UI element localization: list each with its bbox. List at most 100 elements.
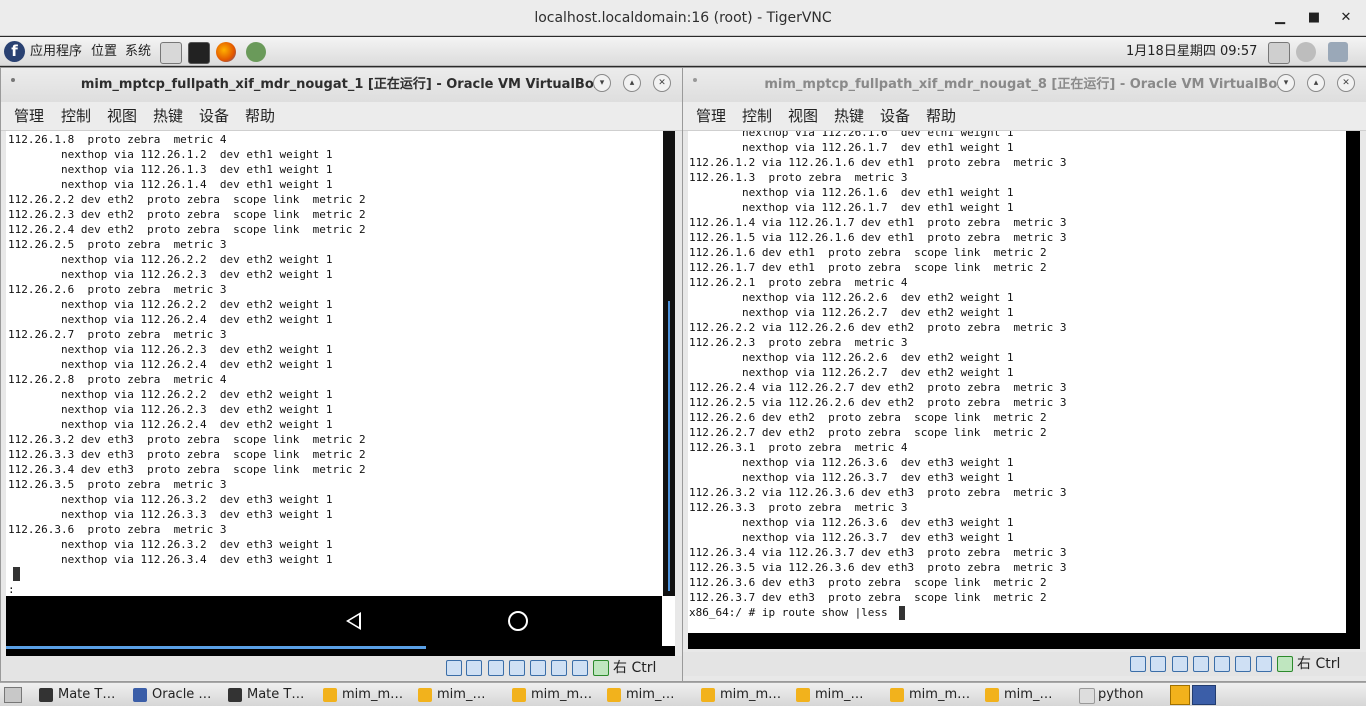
back-icon[interactable] xyxy=(346,612,361,630)
taskbar-item-label: mim_… xyxy=(626,687,675,702)
taskbar-item[interactable]: mim_… xyxy=(415,684,485,706)
taskbar-item-label: mim_… xyxy=(1004,687,1053,702)
optical-drive-icon[interactable] xyxy=(466,660,482,676)
menu-devices[interactable]: 设备 xyxy=(199,102,229,130)
close-icon[interactable]: ✕ xyxy=(653,74,671,92)
chevron-up-icon[interactable]: ▴ xyxy=(623,74,641,92)
menu-view[interactable]: 视图 xyxy=(107,102,137,130)
chevron-up-icon[interactable]: ▴ xyxy=(1307,74,1325,92)
hdd-icon[interactable] xyxy=(446,660,462,676)
menu-view[interactable]: 视图 xyxy=(788,102,818,130)
menu-system[interactable]: 系统 xyxy=(125,37,151,66)
menu-places[interactable]: 位置 xyxy=(91,37,117,66)
menu-control[interactable]: 控制 xyxy=(61,102,91,130)
taskbar-item-label: mim_m… xyxy=(909,687,971,702)
close-button[interactable]: ✕ xyxy=(1336,8,1356,28)
firefox-icon[interactable] xyxy=(216,42,236,62)
taskbar-item-label: Mate T… xyxy=(58,687,116,702)
taskbar-item-label: mim_… xyxy=(815,687,864,702)
taskbar-item[interactable]: Mate T… xyxy=(36,684,115,706)
menu-hotkey[interactable]: 热键 xyxy=(153,102,183,130)
taskbar-item[interactable]: mim_… xyxy=(604,684,674,706)
vm-menubar: 管理 控制 视图 热键 设备 帮助 xyxy=(1,102,682,131)
taskbar-item[interactable]: mim_… xyxy=(793,684,863,706)
usb-icon[interactable] xyxy=(1214,656,1230,672)
vm-icon xyxy=(796,688,810,702)
shared-folders-icon[interactable] xyxy=(1235,656,1251,672)
display-icon[interactable] xyxy=(572,660,588,676)
folder-icon xyxy=(1079,688,1095,704)
terminal-output: nexthop via 112.26.1.6 dev eth1 weight 1… xyxy=(689,131,1067,619)
menu-control[interactable]: 控制 xyxy=(742,102,772,130)
vm-titlebar: mim_mptcp_fullpath_xif_mdr_nougat_1 [正在运… xyxy=(1,68,682,102)
close-icon[interactable]: ✕ xyxy=(1337,74,1355,92)
display-icon[interactable] xyxy=(1256,656,1272,672)
taskbar-item[interactable]: mim_m… xyxy=(320,684,403,706)
gnome-top-panel: f 应用程序 位置 系统 1月18日星期四 09:57 xyxy=(0,37,1366,66)
vm-icon xyxy=(418,688,432,702)
panel-clock[interactable]: 1月18日星期四 09:57 xyxy=(1126,37,1257,66)
home-icon[interactable] xyxy=(508,611,528,631)
fedora-logo-icon[interactable]: f xyxy=(4,41,25,62)
maximize-button[interactable]: ■ xyxy=(1304,8,1324,28)
vm-icon xyxy=(323,688,337,702)
menu-devices[interactable]: 设备 xyxy=(880,102,910,130)
optical-drive-icon[interactable] xyxy=(1150,656,1166,672)
taskbar-item[interactable]: mim_m… xyxy=(887,684,970,706)
vm-window-nougat-1: mim_mptcp_fullpath_xif_mdr_nougat_1 [正在运… xyxy=(0,67,683,682)
terminal-area: nexthop via 112.26.1.6 dev eth1 weight 1… xyxy=(688,131,1346,633)
menu-applications[interactable]: 应用程序 xyxy=(30,37,82,66)
chevron-down-icon[interactable]: ▾ xyxy=(1277,74,1295,92)
workspace-1-icon[interactable] xyxy=(1170,685,1190,705)
host-key-label: 右 Ctrl xyxy=(613,660,657,676)
progress-fill xyxy=(6,646,426,649)
taskbar-item[interactable]: mim_… xyxy=(982,684,1052,706)
vm-icon xyxy=(512,688,526,702)
scroll-thumb[interactable] xyxy=(668,301,670,591)
mouse-integration-icon[interactable] xyxy=(593,660,609,676)
bottom-taskbar: Mate T… Oracle … Mate T… mim_m… mim_… mi… xyxy=(0,682,1366,706)
menu-manage[interactable]: 管理 xyxy=(14,102,44,130)
network-adapter-icon[interactable] xyxy=(509,660,525,676)
taskbar-item[interactable]: Oracle … xyxy=(130,684,211,706)
vm-statusbar: 右 Ctrl xyxy=(683,652,1366,676)
taskbar-item[interactable]: python xyxy=(1076,684,1143,706)
menu-help[interactable]: 帮助 xyxy=(926,102,956,130)
menu-help[interactable]: 帮助 xyxy=(245,102,275,130)
screenshot-icon[interactable] xyxy=(246,42,266,62)
chevron-down-icon[interactable]: ▾ xyxy=(593,74,611,92)
vm-icon xyxy=(701,688,715,702)
shared-folders-icon[interactable] xyxy=(551,660,567,676)
terminal-icon xyxy=(39,688,53,702)
workspace-2-icon[interactable] xyxy=(1192,685,1216,705)
mouse-integration-icon[interactable] xyxy=(1277,656,1293,672)
audio-icon[interactable] xyxy=(488,660,504,676)
vm-display[interactable]: nexthop via 112.26.1.6 dev eth1 weight 1… xyxy=(688,131,1360,649)
menu-hotkey[interactable]: 热键 xyxy=(834,102,864,130)
vm-icon xyxy=(607,688,621,702)
taskbar-item-label: Mate T… xyxy=(247,687,305,702)
keyboard-icon[interactable] xyxy=(1268,42,1290,64)
volume-icon[interactable] xyxy=(1296,42,1316,62)
show-desktop-icon[interactable] xyxy=(4,687,22,703)
audio-icon[interactable] xyxy=(1172,656,1188,672)
vm-display[interactable]: 112.26.1.8 proto zebra metric 4 nexthop … xyxy=(6,131,675,656)
vm-menubar: 管理 控制 视图 热键 设备 帮助 xyxy=(683,102,1366,131)
vm-icon xyxy=(890,688,904,702)
host-key-label: 右 Ctrl xyxy=(1297,656,1341,672)
minimize-button[interactable]: ▁ xyxy=(1270,8,1290,28)
taskbar-item-label: Oracle … xyxy=(152,687,212,702)
terminal-cursor xyxy=(13,567,20,581)
network-adapter-icon[interactable] xyxy=(1193,656,1209,672)
taskbar-item[interactable]: Mate T… xyxy=(225,684,304,706)
taskbar-item[interactable]: mim_m… xyxy=(698,684,781,706)
taskbar-item-label: mim_m… xyxy=(531,687,593,702)
terminal-icon[interactable] xyxy=(188,42,210,64)
network-icon[interactable] xyxy=(1328,42,1348,62)
taskbar-item[interactable]: mim_m… xyxy=(509,684,592,706)
scroll-track[interactable] xyxy=(663,131,675,596)
usb-icon[interactable] xyxy=(530,660,546,676)
menu-manage[interactable]: 管理 xyxy=(696,102,726,130)
hdd-icon[interactable] xyxy=(1130,656,1146,672)
text-editor-icon[interactable] xyxy=(160,42,182,64)
